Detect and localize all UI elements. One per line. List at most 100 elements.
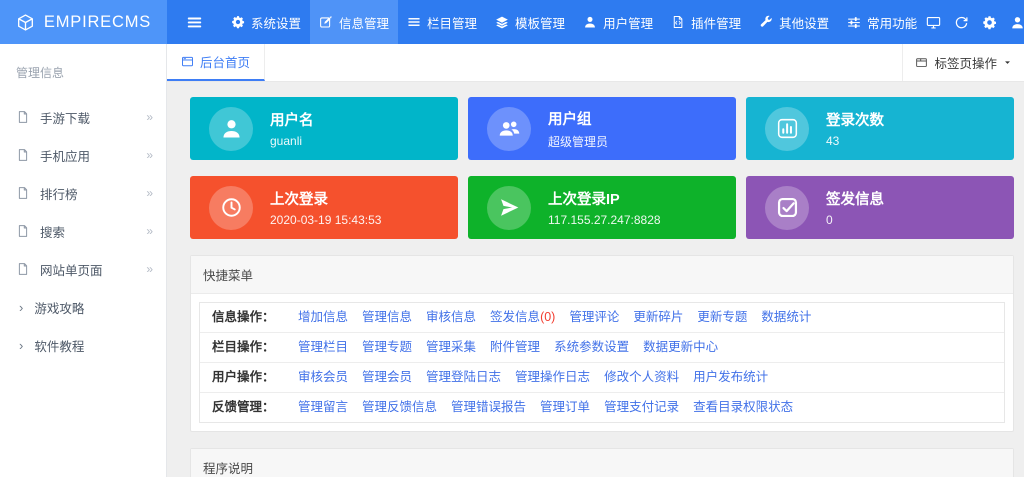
sidebar-groups: ›游戏攻略›软件教程 xyxy=(0,288,166,364)
topbar-right xyxy=(926,0,1024,44)
tab-actions-button[interactable]: 标签页操作 xyxy=(902,44,1024,81)
sidebar-toggle-button[interactable] xyxy=(167,0,222,44)
quick-menu-link[interactable]: 管理登陆日志 xyxy=(426,370,501,385)
stat-card[interactable]: 用户组超级管理员 xyxy=(468,97,736,160)
quick-menu-link[interactable]: 增加信息 xyxy=(298,310,348,325)
quick-menu-row: 反馈管理：管理留言管理反馈信息管理错误报告管理订单管理支付记录查看目录权限状态 xyxy=(200,393,1004,422)
quick-menu-link[interactable]: 管理信息 xyxy=(362,310,412,325)
window-icon xyxy=(181,55,194,68)
gear-icon xyxy=(982,15,997,30)
topnav-item-label: 插件管理 xyxy=(691,13,741,32)
quick-menu-link[interactable]: 审核会员 xyxy=(298,370,348,385)
send-icon xyxy=(498,196,521,219)
sidebar-item-label: 排行榜 xyxy=(40,184,146,203)
program-panel: 程序说明 xyxy=(190,448,1014,477)
stat-card-value: 43 xyxy=(826,134,884,148)
stat-card-title: 用户组 xyxy=(548,108,608,129)
topnav-item[interactable]: 信息管理 xyxy=(310,0,398,44)
topnav-item[interactable]: 栏目管理 xyxy=(398,0,486,44)
cube-icon xyxy=(16,13,35,32)
topnav-item[interactable]: 常用功能 xyxy=(838,0,926,44)
sidebar-item[interactable]: 网站单页面» xyxy=(0,250,166,288)
stat-card-title: 上次登录IP xyxy=(548,188,661,209)
quick-menu-link[interactable]: 系统参数设置 xyxy=(554,340,629,355)
refresh-button[interactable] xyxy=(954,15,969,30)
quick-menu-link[interactable]: 用户发布统计 xyxy=(693,370,768,385)
quick-menu-link[interactable]: 管理采集 xyxy=(426,340,476,355)
sidebar-item[interactable]: 搜索» xyxy=(0,212,166,250)
sidebar-item[interactable]: 手游下载» xyxy=(0,98,166,136)
clock-icon xyxy=(220,196,243,219)
tab-actions-label: 标签页操作 xyxy=(934,53,997,72)
quick-menu-link[interactable]: 更新专题 xyxy=(697,310,747,325)
quick-menu-link[interactable]: 审核信息 xyxy=(426,310,476,325)
app-logo[interactable]: EMPIRECMS xyxy=(0,0,167,44)
stat-card-value: 2020-03-19 15:43:53 xyxy=(270,213,381,227)
quick-menu-row-label: 反馈管理： xyxy=(212,400,298,415)
quick-menu-link[interactable]: 管理反馈信息 xyxy=(362,400,437,415)
topnav-item-label: 系统设置 xyxy=(251,13,301,32)
quick-menu-link[interactable]: 管理错误报告 xyxy=(451,400,526,415)
quick-menu-link[interactable]: 附件管理 xyxy=(490,340,540,355)
stat-card-text: 登录次数 43 xyxy=(826,109,884,148)
quick-menu-links: 管理留言管理反馈信息管理错误报告管理订单管理支付记录查看目录权限状态 xyxy=(298,400,793,415)
user-button[interactable] xyxy=(1010,15,1024,30)
monitor-button[interactable] xyxy=(926,15,941,30)
quick-menu-row: 栏目操作：管理栏目管理专题管理采集附件管理系统参数设置数据更新中心 xyxy=(200,333,1004,363)
quick-menu-link[interactable]: 管理会员 xyxy=(362,370,412,385)
sidebar-group-item[interactable]: ›游戏攻略 xyxy=(0,288,166,326)
stat-card-value: 117.155.27.247:8828 xyxy=(548,213,661,227)
quick-menu-link[interactable]: 管理留言 xyxy=(298,400,348,415)
topnav-item[interactable]: 其他设置 xyxy=(750,0,838,44)
sidebar-item[interactable]: 排行榜» xyxy=(0,174,166,212)
quick-menu-link[interactable]: 管理订单 xyxy=(540,400,590,415)
chevron-double-right-icon: » xyxy=(146,186,153,200)
chevron-double-right-icon: » xyxy=(146,262,153,276)
stat-card[interactable]: 上次登录 2020-03-19 15:43:53 xyxy=(190,176,458,239)
topnav-item[interactable]: 系统设置 xyxy=(222,0,310,44)
quick-menu-row: 信息操作：增加信息管理信息审核信息签发信息(0)管理评论更新碎片更新专题数据统计 xyxy=(200,303,1004,333)
stat-card-title: 签发信息 xyxy=(826,188,884,209)
gear-icon xyxy=(231,15,245,29)
quick-menu-title: 快捷菜单 xyxy=(191,256,1013,294)
quick-menu-link[interactable]: 数据更新中心 xyxy=(643,340,718,355)
stat-card-text: 上次登录IP 117.155.27.247:8828 xyxy=(548,188,661,227)
stat-card-text: 用户组超级管理员 xyxy=(548,108,608,150)
sidebar-item[interactable]: 手机应用» xyxy=(0,136,166,174)
topnav-item[interactable]: 模板管理 xyxy=(486,0,574,44)
stat-card-text: 上次登录 2020-03-19 15:43:53 xyxy=(270,188,381,227)
chart-icon xyxy=(776,117,799,140)
stat-card[interactable]: 用户名guanli xyxy=(190,97,458,160)
quick-menu-link[interactable]: 管理评论 xyxy=(569,310,619,325)
topnav-item[interactable]: 插件管理 xyxy=(662,0,750,44)
sidebar-group-item[interactable]: ›软件教程 xyxy=(0,326,166,364)
sliders-icon xyxy=(847,15,861,29)
refresh-icon xyxy=(954,15,969,30)
check-square-icon xyxy=(776,196,799,219)
tab-dashboard[interactable]: 后台首页 xyxy=(167,44,265,81)
topnav-item[interactable]: 用户管理 xyxy=(574,0,662,44)
monitor-icon xyxy=(926,15,941,30)
sidebar-item-label: 网站单页面 xyxy=(40,260,146,279)
users-icon xyxy=(498,117,521,140)
quick-menu-link[interactable]: 管理支付记录 xyxy=(604,400,679,415)
stat-card[interactable]: 登录次数 43 xyxy=(746,97,1014,160)
file-code-icon xyxy=(671,15,685,29)
stat-card-icon-circle xyxy=(487,107,531,151)
quick-menu-link[interactable]: 管理操作日志 xyxy=(515,370,590,385)
stat-card[interactable]: 签发信息0 xyxy=(746,176,1014,239)
quick-menu-link[interactable]: 数据统计 xyxy=(761,310,811,325)
topnav-item-label: 信息管理 xyxy=(339,13,389,32)
quick-menu-link[interactable]: 管理栏目 xyxy=(298,340,348,355)
stat-card-icon-circle xyxy=(487,186,531,230)
quick-menu-row: 用户操作：审核会员管理会员管理登陆日志管理操作日志修改个人资料用户发布统计 xyxy=(200,363,1004,393)
stat-card[interactable]: 上次登录IP 117.155.27.247:8828 xyxy=(468,176,736,239)
quick-menu-link[interactable]: 更新碎片 xyxy=(633,310,683,325)
quick-menu-link[interactable]: 修改个人资料 xyxy=(604,370,679,385)
stat-card-title: 上次登录 xyxy=(270,188,381,209)
quick-menu-link[interactable]: 查看目录权限状态 xyxy=(693,400,793,415)
quick-menu-link[interactable]: 签发信息(0) xyxy=(490,310,555,325)
quick-menu-link[interactable]: 管理专题 xyxy=(362,340,412,355)
stat-card-title: 登录次数 xyxy=(826,109,884,130)
gear-button[interactable] xyxy=(982,15,997,30)
